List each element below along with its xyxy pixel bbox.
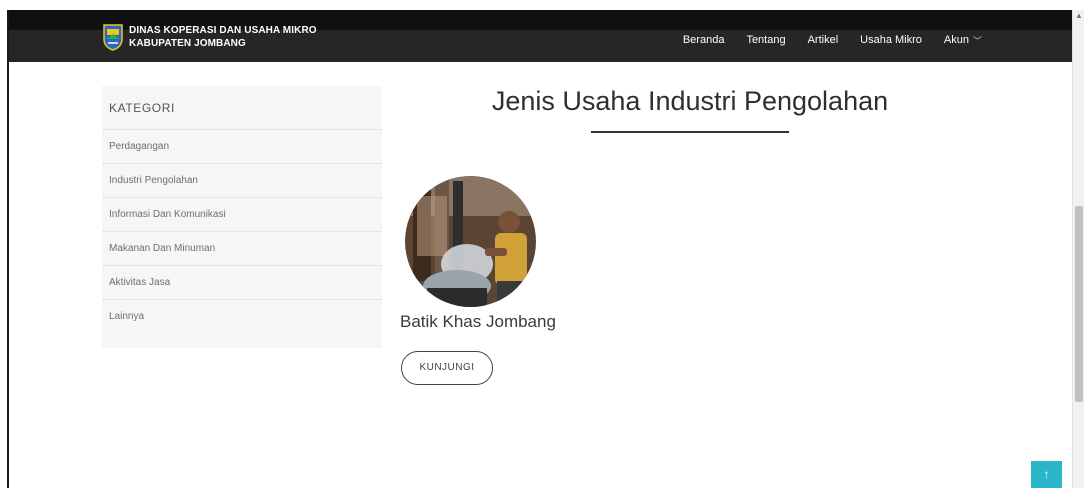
scrollbar-thumb[interactable] [1075,206,1083,402]
sidebar-item-perdagangan[interactable]: Perdagangan [102,130,382,164]
regency-shield-logo [103,24,123,51]
brand[interactable]: DINAS KOPERASI DAN USAHA MIKRO KABUPATEN… [103,19,317,55]
sidebar-item-industri-pengolahan[interactable]: Industri Pengolahan [102,164,382,198]
nav-link-usaha-mikro[interactable]: Usaha Mikro [860,34,922,46]
window-frame-edge [7,10,9,488]
page-scrollbar[interactable]: ▲ [1072,10,1084,488]
back-to-top-button[interactable]: ↑ [1031,461,1062,488]
arrow-up-icon: ↑ [1043,467,1050,481]
visit-button[interactable]: KUNJUNGI [401,351,493,385]
brand-text: DINAS KOPERASI DAN USAHA MIKRO KABUPATEN… [129,24,317,50]
sidebar-item-lainnya[interactable]: Lainnya [102,300,382,334]
category-sidebar: KATEGORI Perdagangan Industri Pengolahan… [102,86,382,348]
nav-link-artikel[interactable]: Artikel [808,34,839,46]
nav-link-tentang[interactable]: Tentang [746,34,785,46]
scroll-up-arrow-icon[interactable]: ▲ [1075,11,1083,20]
sidebar-item-aktivitas-jasa[interactable]: Aktivitas Jasa [102,266,382,300]
page-title: Jenis Usaha Industri Pengolahan [491,86,889,116]
business-name[interactable]: Batik Khas Jombang [400,312,556,332]
nav-account-label: Akun [943,34,969,46]
title-underline [591,131,789,133]
business-photo-image [405,176,536,307]
nav-link-beranda[interactable]: Beranda [683,34,725,46]
sidebar-item-makanan-minuman[interactable]: Makanan Dan Minuman [102,232,382,266]
business-photo[interactable] [405,176,536,307]
brand-line-2: KABUPATEN JOMBANG [129,38,246,49]
sidebar-item-informasi-komunikasi[interactable]: Informasi Dan Komunikasi [102,198,382,232]
navbar: DINAS KOPERASI DAN USAHA MIKRO KABUPATEN… [9,10,1072,62]
sidebar-title: KATEGORI [102,86,382,130]
nav-menu: Beranda Tentang Artikel Usaha Mikro Akun… [683,29,1072,51]
chevron-down-icon: ﹀ [972,35,982,46]
brand-line-1: DINAS KOPERASI DAN USAHA MIKRO [129,25,317,36]
nav-account-dropdown[interactable]: Akun ﹀ [944,34,982,47]
